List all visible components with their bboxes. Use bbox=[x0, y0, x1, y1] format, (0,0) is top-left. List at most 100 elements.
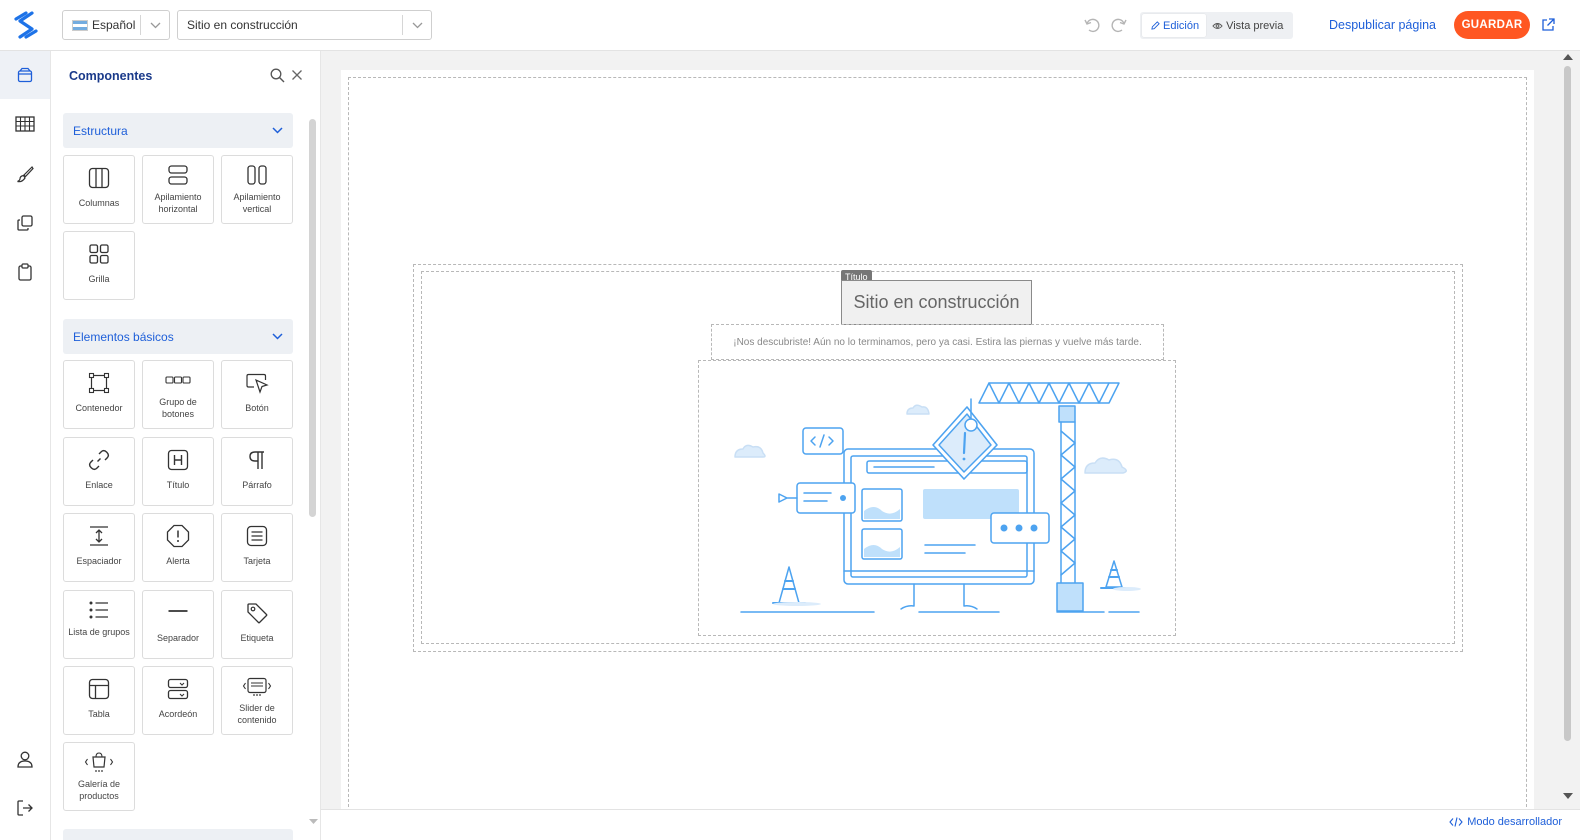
save-button[interactable]: GUARDAR bbox=[1454, 11, 1530, 39]
developer-mode-link[interactable]: Modo desarrollador bbox=[1449, 816, 1562, 828]
component-label: Tarjeta bbox=[243, 556, 271, 566]
section-next-partial[interactable] bbox=[63, 829, 293, 840]
argentina-flag-icon bbox=[72, 19, 88, 31]
component-label: Enlace bbox=[85, 480, 113, 490]
rail-components[interactable] bbox=[0, 51, 50, 99]
component-grupo-de-botones[interactable]: Grupo de botones bbox=[142, 360, 214, 429]
component-contenedor[interactable]: Contenedor bbox=[63, 360, 135, 429]
component-acordeon[interactable]: Acordeón bbox=[142, 666, 214, 735]
unpublish-link[interactable]: Despublicar página bbox=[1329, 18, 1436, 32]
component-label: Contenedor bbox=[75, 403, 123, 413]
chevron-down-icon bbox=[272, 333, 283, 340]
chevron-down-icon[interactable] bbox=[403, 22, 431, 29]
components-panel: Componentes Estructura Columnas Apilamie… bbox=[51, 51, 321, 840]
page-preview: Título Sitio en construcción ¡Nos descub… bbox=[341, 70, 1534, 817]
scrollbar-thumb[interactable] bbox=[1564, 66, 1571, 741]
language-select[interactable]: Español bbox=[62, 10, 170, 40]
redo-icon[interactable] bbox=[1110, 16, 1128, 34]
accordion-icon bbox=[167, 678, 189, 700]
component-apilamiento-vertical[interactable]: Apilamiento vertical bbox=[221, 155, 293, 224]
stack-horizontal-icon bbox=[168, 165, 188, 185]
scroll-down-icon[interactable] bbox=[309, 819, 318, 825]
section-estructura[interactable]: Estructura bbox=[63, 113, 293, 148]
page-heading[interactable]: Sitio en construcción bbox=[841, 280, 1032, 325]
close-icon[interactable] bbox=[291, 69, 303, 81]
table-icon bbox=[88, 678, 110, 700]
clipboard-icon bbox=[18, 263, 32, 281]
component-boton[interactable]: Botón bbox=[221, 360, 293, 429]
component-titulo[interactable]: Título bbox=[142, 437, 214, 506]
component-label: Alerta bbox=[166, 556, 190, 566]
scroll-down-icon[interactable] bbox=[1563, 793, 1573, 800]
developer-mode-label: Modo desarrollador bbox=[1467, 816, 1562, 828]
panel-header: Componentes bbox=[51, 51, 320, 99]
component-separador[interactable]: Separador bbox=[142, 590, 214, 659]
grid-icon bbox=[89, 244, 109, 264]
component-label: Lista de grupos bbox=[68, 627, 130, 637]
alert-octagon-icon bbox=[166, 524, 190, 548]
copy-icon bbox=[17, 215, 33, 231]
component-label: Párrafo bbox=[242, 480, 272, 490]
heading-icon bbox=[167, 449, 189, 471]
mode-preview-button[interactable]: Vista previa bbox=[1206, 14, 1289, 37]
component-label: Galería de productos bbox=[77, 779, 121, 801]
component-parrafo[interactable]: Párrafo bbox=[221, 437, 293, 506]
component-label: Título bbox=[166, 480, 190, 490]
component-enlace[interactable]: Enlace bbox=[63, 437, 135, 506]
construction-image[interactable] bbox=[698, 360, 1176, 636]
component-lista-de-grupos[interactable]: Lista de grupos bbox=[63, 590, 135, 659]
logout-icon bbox=[17, 800, 33, 816]
section-label: Estructura bbox=[73, 123, 128, 138]
component-label: Espaciador bbox=[76, 556, 122, 566]
bottom-bar: Modo desarrollador bbox=[321, 809, 1580, 840]
page-subtitle[interactable]: ¡Nos descubriste! Aún no lo terminamos, … bbox=[711, 324, 1164, 360]
section-elementos-basicos[interactable]: Elementos básicos bbox=[63, 319, 293, 354]
cursor-click-icon bbox=[246, 373, 269, 394]
component-galeria-de-productos[interactable]: Galería de productos bbox=[63, 742, 135, 811]
rail-pages[interactable] bbox=[0, 248, 50, 296]
component-tarjeta[interactable]: Tarjeta bbox=[221, 513, 293, 582]
search-icon[interactable] bbox=[270, 68, 285, 83]
stack-vertical-icon bbox=[247, 165, 267, 185]
component-label: Botón bbox=[245, 403, 269, 413]
component-etiqueta[interactable]: Etiqueta bbox=[221, 590, 293, 659]
rail-styles[interactable] bbox=[0, 150, 50, 198]
rail-logout[interactable] bbox=[0, 784, 50, 832]
editor-canvas: Título Sitio en construcción ¡Nos descub… bbox=[321, 51, 1559, 817]
container-icon bbox=[88, 372, 110, 394]
rail-grid[interactable] bbox=[0, 100, 50, 148]
component-tabla[interactable]: Tabla bbox=[63, 666, 135, 735]
button-group-icon bbox=[165, 376, 191, 384]
chevron-down-icon bbox=[272, 127, 283, 134]
component-label: Grilla bbox=[88, 274, 110, 284]
component-alerta[interactable]: Alerta bbox=[142, 513, 214, 582]
box-icon bbox=[17, 67, 33, 83]
divider-icon bbox=[168, 610, 188, 612]
rail-layers[interactable] bbox=[0, 199, 50, 247]
component-espaciador[interactable]: Espaciador bbox=[63, 513, 135, 582]
mode-edit-button[interactable]: Edición bbox=[1142, 14, 1207, 37]
component-slider-de-contenido[interactable]: Slider de contenido bbox=[221, 666, 293, 735]
under-construction-illustration bbox=[734, 382, 1141, 613]
spacer-icon bbox=[90, 526, 108, 546]
component-label: Etiqueta bbox=[240, 633, 274, 643]
top-bar: Español Sitio en construcción Edición Vi… bbox=[0, 0, 1580, 51]
undo-icon[interactable] bbox=[1083, 16, 1101, 34]
brush-icon bbox=[17, 166, 34, 183]
page-select[interactable]: Sitio en construcción bbox=[177, 10, 432, 40]
chevron-down-icon[interactable] bbox=[141, 22, 169, 29]
rail-account[interactable] bbox=[0, 735, 50, 783]
list-icon bbox=[89, 601, 108, 619]
component-columnas[interactable]: Columnas bbox=[63, 155, 135, 224]
code-icon bbox=[1449, 817, 1463, 827]
external-link-icon[interactable] bbox=[1540, 17, 1556, 33]
scroll-up-icon[interactable] bbox=[1563, 54, 1573, 61]
canvas-scrollbar[interactable] bbox=[1559, 51, 1580, 809]
panel-scrollbar[interactable] bbox=[309, 119, 316, 517]
mode-toggle: Edición Vista previa bbox=[1140, 12, 1293, 39]
component-grilla[interactable]: Grilla bbox=[63, 231, 135, 300]
component-label: Columnas bbox=[78, 198, 120, 208]
component-apilamiento-horizontal[interactable]: Apilamiento horizontal bbox=[142, 155, 214, 224]
icon-rail bbox=[0, 51, 51, 840]
app-logo[interactable] bbox=[10, 9, 42, 41]
